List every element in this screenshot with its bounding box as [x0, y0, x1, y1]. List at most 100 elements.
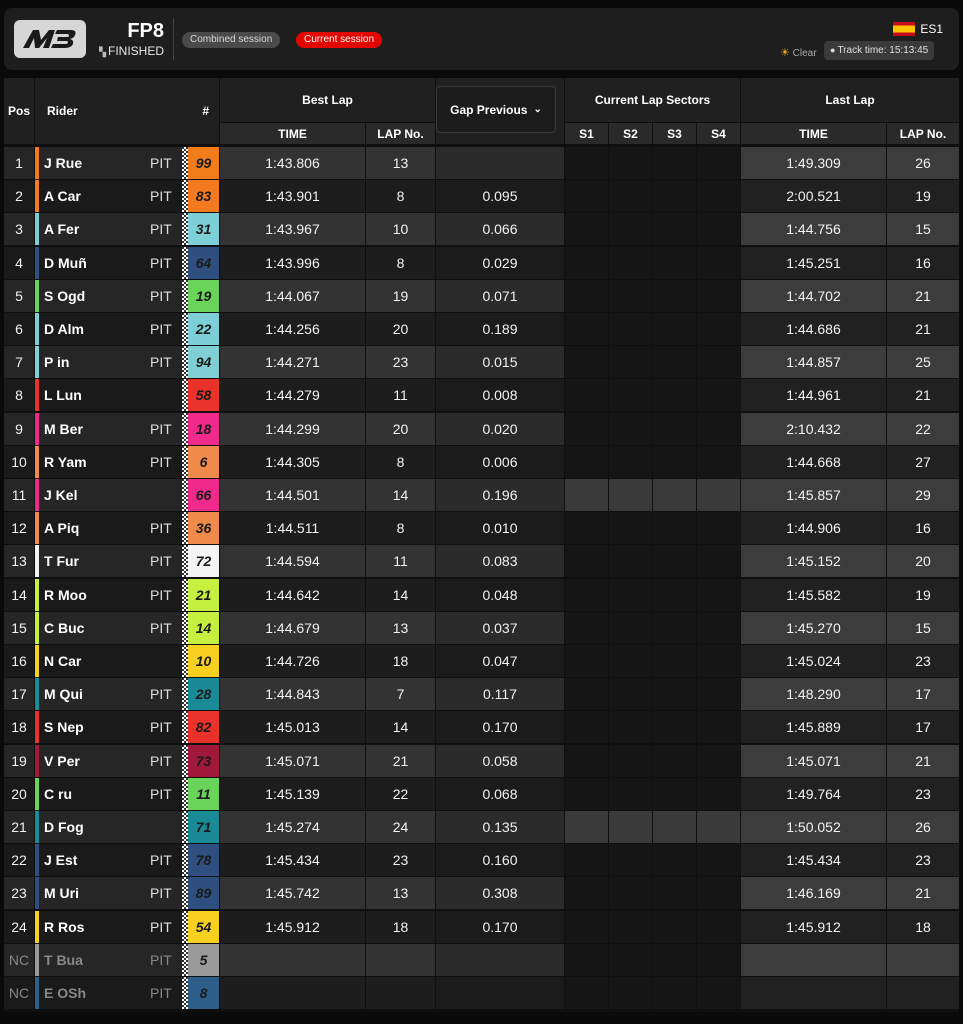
rider-number-badge: 31	[188, 213, 219, 245]
sector-1-cell	[565, 247, 608, 279]
sector-4-cell	[697, 778, 740, 810]
rider-cell[interactable]: V Per PIT 73	[35, 745, 219, 777]
sector-2-cell	[609, 877, 652, 909]
rider-cell[interactable]: C ru PIT 11	[35, 778, 219, 810]
rider-cell[interactable]: D Alm PIT 22	[35, 313, 219, 345]
rider-cell[interactable]: L Lun 58	[35, 379, 219, 411]
best-lap-time: 1:44.843	[220, 678, 365, 710]
rider-cell[interactable]: R Yam PIT 6	[35, 446, 219, 478]
rider-cell[interactable]: A Fer PIT 31	[35, 213, 219, 245]
rider-cell[interactable]: N Car 10	[35, 645, 219, 677]
sector-3-cell	[653, 678, 696, 710]
rider-cell[interactable]: R Ros PIT 54	[35, 911, 219, 943]
rider-number-badge: 6	[188, 446, 219, 478]
last-lap-time: 2:00.521	[741, 180, 886, 212]
rider-number-badge: 19	[188, 280, 219, 312]
best-lap-number: 22	[366, 778, 435, 810]
pit-indicator: PIT	[150, 985, 172, 1001]
sector-2-cell	[609, 247, 652, 279]
gap-previous-dropdown[interactable]: Gap Previous ⌄	[436, 86, 556, 133]
gap-previous-value: 0.010	[436, 512, 564, 544]
sector-1-cell	[565, 678, 608, 710]
rider-name: D Alm	[44, 321, 84, 337]
col-header-s4: S4	[697, 123, 740, 144]
rider-cell[interactable]: A Piq PIT 36	[35, 512, 219, 544]
rider-name: M Qui	[44, 686, 83, 702]
sector-4-cell	[697, 911, 740, 943]
best-lap-time: 1:43.967	[220, 213, 365, 245]
best-lap-number: 21	[366, 745, 435, 777]
pit-indicator: PIT	[150, 321, 172, 337]
rider-number-badge: 21	[188, 579, 219, 611]
last-lap-number: 15	[887, 213, 959, 245]
combined-session-button[interactable]: Combined session	[182, 32, 281, 48]
sector-3-cell	[653, 844, 696, 876]
gap-previous-value: 0.170	[436, 711, 564, 743]
sector-3-cell	[653, 446, 696, 478]
sector-2-cell	[609, 346, 652, 378]
rider-cell[interactable]: R Moo PIT 21	[35, 579, 219, 611]
rider-cell[interactable]: D Fog 71	[35, 811, 219, 843]
sector-3-cell	[653, 545, 696, 577]
track-time-badge: ● Track time: 15:13:45	[824, 41, 935, 60]
last-lap-number: 26	[887, 147, 959, 179]
series-logo	[14, 20, 86, 58]
sector-3-cell	[653, 711, 696, 743]
rider-cell[interactable]: E OSh PIT 8	[35, 977, 219, 1009]
gap-previous-value: 0.015	[436, 346, 564, 378]
sector-2-cell	[609, 147, 652, 179]
rider-cell[interactable]: T Bua PIT 5	[35, 944, 219, 976]
gap-previous-value: 0.308	[436, 877, 564, 909]
gap-previous-value	[436, 147, 564, 179]
current-session-button[interactable]: Current session	[296, 32, 383, 48]
rider-name: V Per	[44, 753, 80, 769]
row-position: 2	[4, 180, 34, 212]
sector-3-cell	[653, 512, 696, 544]
col-header-s2: S2	[609, 123, 652, 144]
sector-4-cell	[697, 645, 740, 677]
pit-indicator: PIT	[150, 454, 172, 470]
rider-cell[interactable]: T Fur PIT 72	[35, 545, 219, 577]
rider-cell[interactable]: M Ber PIT 18	[35, 413, 219, 445]
sector-2-cell	[609, 479, 652, 511]
last-lap-time: 1:45.889	[741, 711, 886, 743]
sector-2-cell	[609, 778, 652, 810]
rider-cell[interactable]: J Kel 66	[35, 479, 219, 511]
last-lap-number: 16	[887, 247, 959, 279]
col-header-pos: Pos	[4, 78, 34, 144]
rider-name: M Uri	[44, 885, 79, 901]
sector-4-cell	[697, 977, 740, 1009]
gap-previous-value: 0.066	[436, 213, 564, 245]
rider-cell[interactable]: S Nep PIT 82	[35, 711, 219, 743]
rider-cell[interactable]: J Est PIT 78	[35, 844, 219, 876]
last-lap-number: 17	[887, 711, 959, 743]
rider-cell[interactable]: P in PIT 94	[35, 346, 219, 378]
sector-4-cell	[697, 612, 740, 644]
sector-2-cell	[609, 313, 652, 345]
rider-cell[interactable]: D Muñ PIT 64	[35, 247, 219, 279]
sector-2-cell	[609, 512, 652, 544]
rider-cell[interactable]: M Qui PIT 28	[35, 678, 219, 710]
rider-cell[interactable]: S Ogd PIT 19	[35, 280, 219, 312]
sector-1-cell	[565, 545, 608, 577]
rider-cell[interactable]: C Buc PIT 14	[35, 612, 219, 644]
sector-2-cell	[609, 446, 652, 478]
rider-cell[interactable]: A Car PIT 83	[35, 180, 219, 212]
gap-previous-value: 0.037	[436, 612, 564, 644]
best-lap-number: 7	[366, 678, 435, 710]
row-position: 22	[4, 844, 34, 876]
last-lap-number: 19	[887, 180, 959, 212]
pit-indicator: PIT	[150, 919, 172, 935]
sector-2-cell	[609, 678, 652, 710]
gap-previous-value: 0.117	[436, 678, 564, 710]
rider-cell[interactable]: M Uri PIT 89	[35, 877, 219, 909]
sector-4-cell	[697, 545, 740, 577]
sector-4-cell	[697, 413, 740, 445]
best-lap-number	[366, 977, 435, 1009]
gap-previous-value: 0.160	[436, 844, 564, 876]
col-header-number: #	[202, 104, 209, 118]
rider-cell[interactable]: J Rue PIT 99	[35, 147, 219, 179]
row-position: 7	[4, 346, 34, 378]
last-lap-time: 1:45.071	[741, 745, 886, 777]
best-lap-number: 18	[366, 911, 435, 943]
